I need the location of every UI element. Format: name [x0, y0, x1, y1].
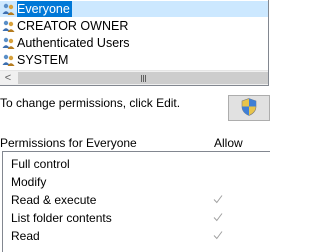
permission-name: Read	[11, 229, 40, 243]
permission-row-full-control: Full control	[3, 155, 269, 173]
user-row-everyone[interactable]: Everyone	[0, 1, 268, 17]
edit-button[interactable]	[228, 95, 270, 121]
allow-check-icon	[211, 192, 225, 206]
scrollbar-thumb[interactable]	[18, 72, 268, 84]
horizontal-scrollbar[interactable]: <	[0, 70, 268, 85]
allow-column-header: Allow	[214, 136, 243, 150]
user-name: CREATOR OWNER	[17, 19, 129, 33]
grip-icon	[140, 74, 146, 82]
permissions-list: Full control Modify Read & execute List …	[2, 151, 270, 252]
allow-check-icon	[211, 228, 225, 242]
permissions-header: Permissions for Everyone	[0, 136, 137, 150]
users-group-icon	[2, 20, 15, 32]
change-permissions-text: To change permissions, click Edit.	[0, 96, 181, 110]
users-group-icon	[2, 37, 15, 49]
users-group-icon	[2, 3, 15, 15]
user-name: Everyone	[17, 1, 72, 17]
permission-row-list-folder-contents: List folder contents	[3, 209, 269, 227]
shield-icon	[241, 97, 257, 119]
user-row-authenticated-users[interactable]: Authenticated Users	[0, 35, 268, 51]
scroll-left-arrow[interactable]: <	[0, 71, 16, 85]
user-name: Authenticated Users	[17, 36, 130, 50]
permission-name: List folder contents	[11, 211, 112, 225]
permission-name: Full control	[11, 157, 70, 171]
permission-row-read-execute: Read & execute	[3, 191, 269, 209]
user-row-creator-owner[interactable]: CREATOR OWNER	[0, 18, 268, 34]
permission-row-modify: Modify	[3, 173, 269, 191]
permission-row-read: Read	[3, 227, 269, 245]
users-group-icon	[2, 54, 15, 66]
allow-check-icon	[211, 210, 225, 224]
user-name: SYSTEM	[17, 53, 69, 67]
group-user-list[interactable]: Everyone CREATOR OWNER Authenticated Use…	[0, 0, 269, 86]
permission-name: Read & execute	[11, 193, 97, 207]
user-row-system[interactable]: SYSTEM	[0, 52, 268, 68]
permission-name: Modify	[11, 175, 47, 189]
